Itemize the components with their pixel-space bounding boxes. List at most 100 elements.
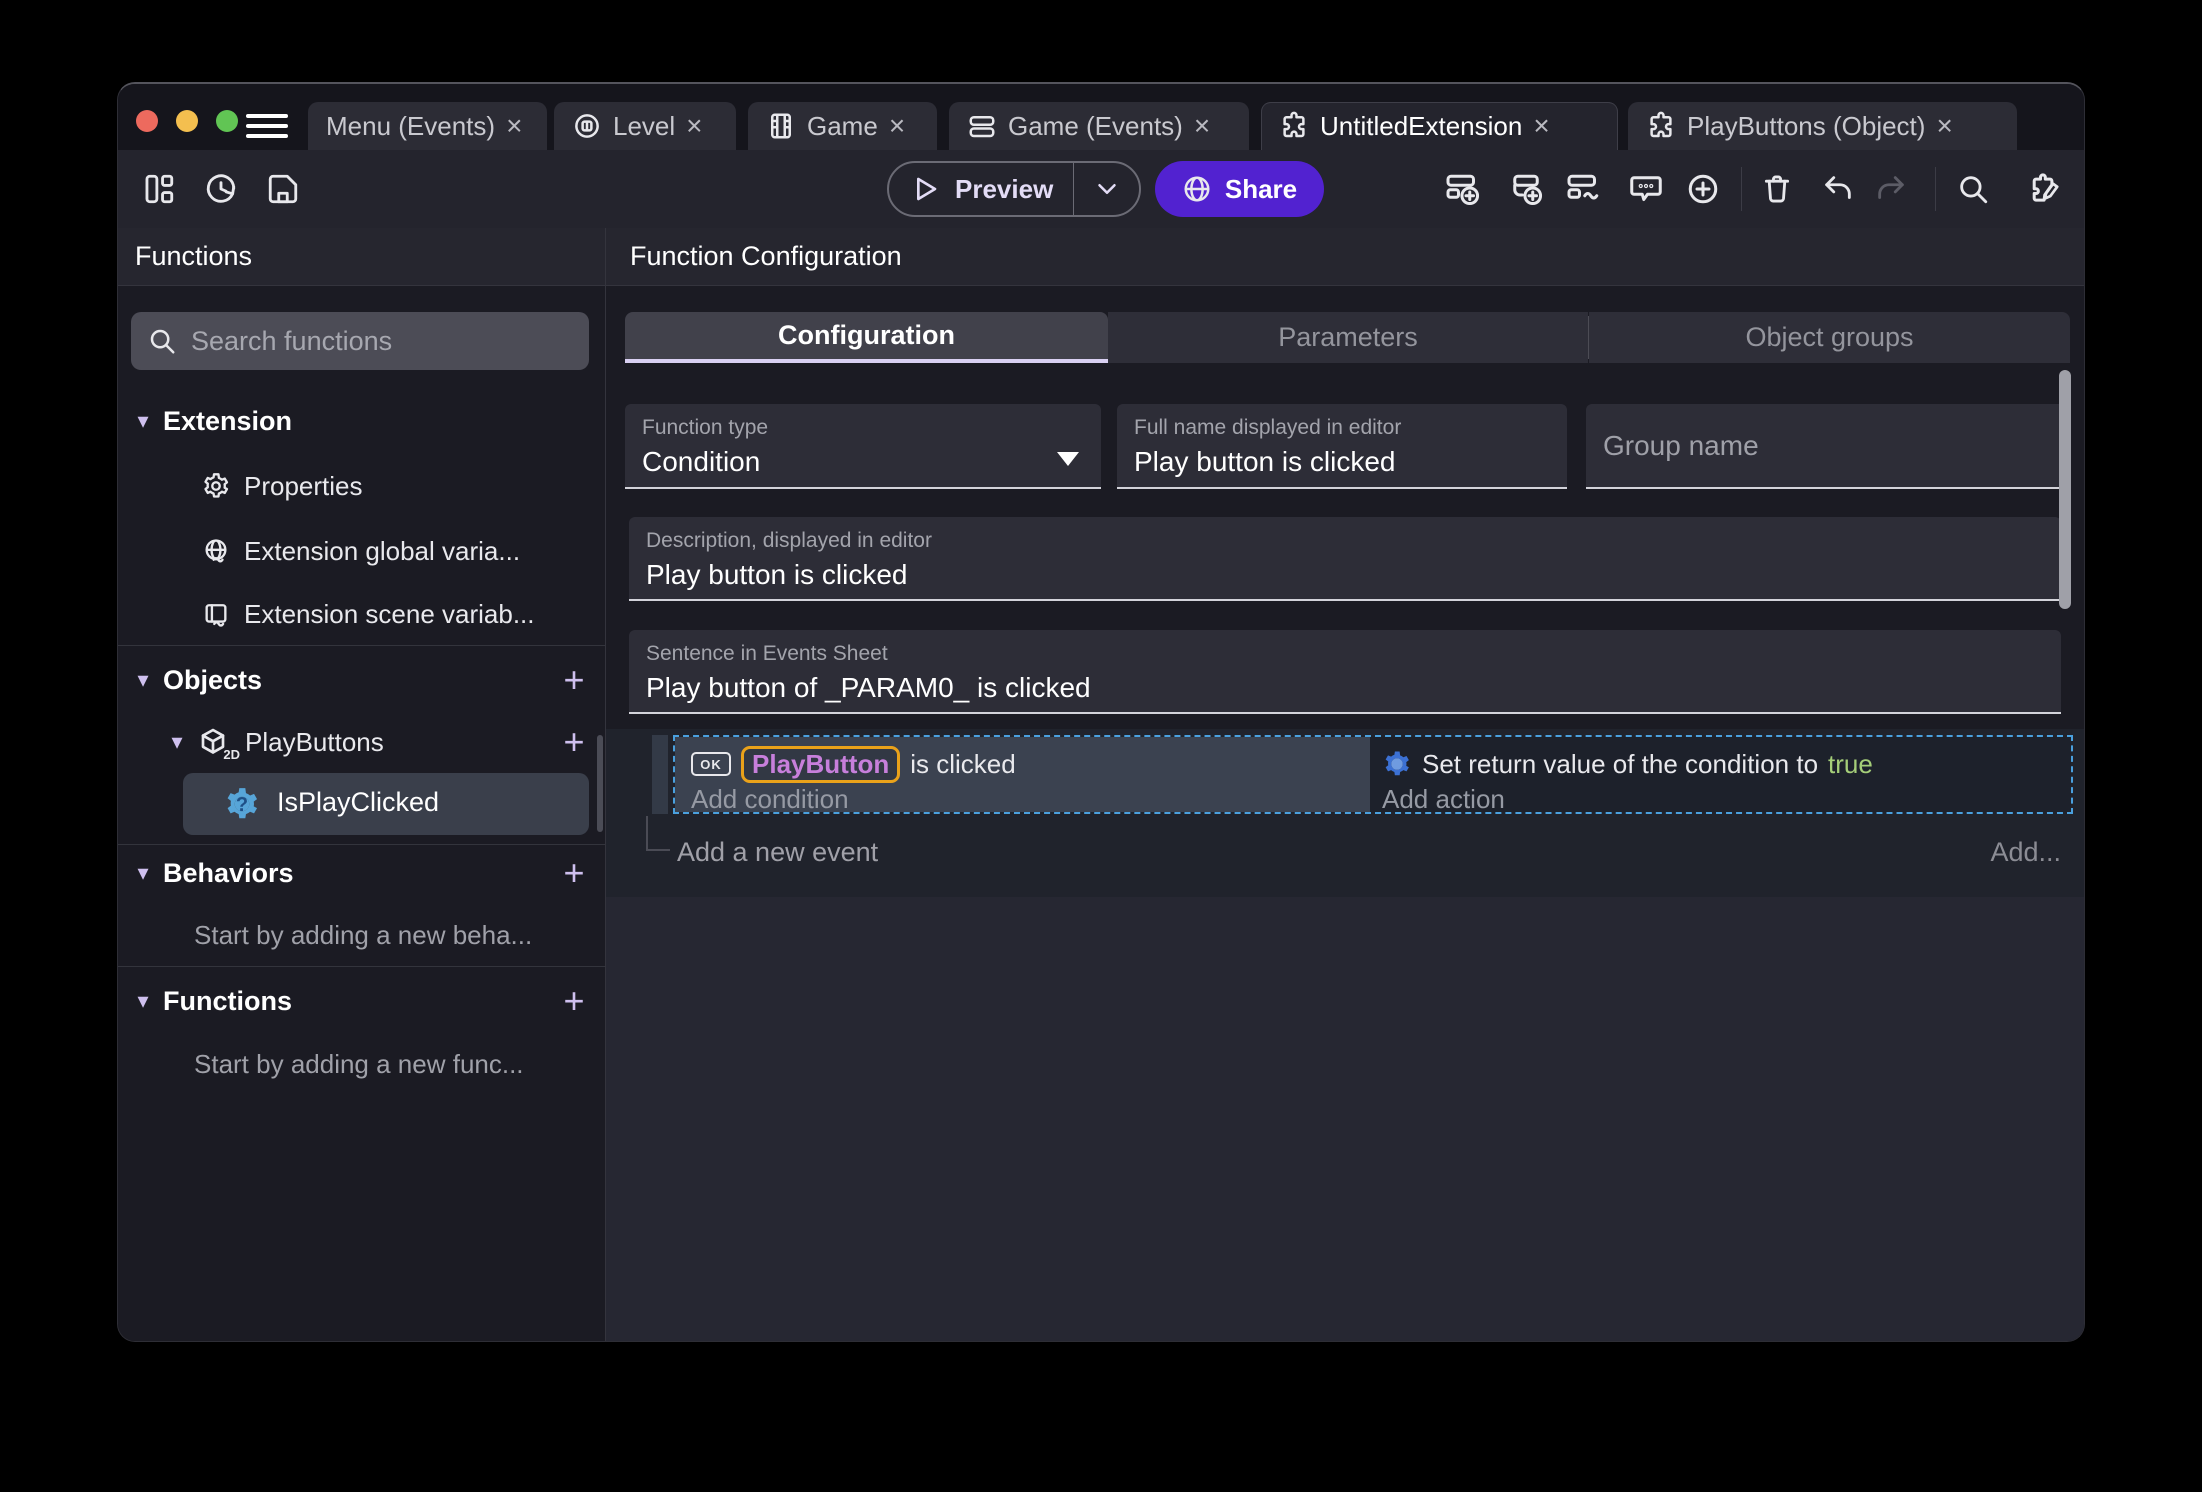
add-action-button[interactable]: Add action [1382,784,2071,814]
sidebar-item-isplayclicked[interactable]: ? IsPlayClicked [183,773,589,835]
event-selected[interactable]: OK PlayButton is clicked Add condition S… [673,735,2073,814]
add-condition-button[interactable]: Add condition [691,784,1370,814]
layout-icon [145,174,174,204]
add-other-event-button[interactable] [1566,171,1602,207]
search-field[interactable] [131,312,589,370]
full-name-field[interactable]: Full name displayed in editor Play butto… [1117,404,1567,489]
question-mark: ? [235,793,249,816]
tab-label: Menu (Events) [326,110,496,141]
button-object-icon: OK [691,752,731,776]
chevron-down-icon[interactable]: ▾ [131,988,155,1014]
close-icon[interactable]: × [889,112,905,140]
search-events-button[interactable] [1955,171,1991,207]
add-function-to-object-button[interactable]: + [559,724,589,760]
conditions-column[interactable]: OK PlayButton is clicked Add condition [675,737,1370,814]
field-value: Play button is clicked [1134,446,1396,477]
add-new-event-button[interactable]: Add a new event [677,837,878,868]
undo-button[interactable] [1820,171,1856,207]
condition-text: is clicked [910,748,1016,779]
close-icon[interactable]: × [506,112,522,140]
preview-button[interactable]: Preview [887,161,1141,217]
edit-extension-button[interactable] [2027,171,2063,207]
function-type-select[interactable]: Function type Condition [625,404,1101,489]
field-value: Condition [642,446,761,477]
field-label: Sentence in Events Sheet [646,642,888,665]
close-icon[interactable]: × [1194,112,1210,140]
sidebar-group-functions[interactable]: ▾ Functions + [118,979,605,1023]
add-behavior-button[interactable]: + [559,855,589,891]
add-event-icon [1446,174,1480,206]
chevron-down-icon[interactable]: ▾ [131,408,155,434]
sidebar-item-extension-global-variables[interactable]: Extension global varia... [118,529,605,573]
actions-column[interactable]: Set return value of the condition to tru… [1370,737,2071,814]
add-object-button[interactable]: + [559,662,589,698]
add-function-button[interactable]: + [559,983,589,1019]
tab-playbuttons-object[interactable]: PlayButtons (Object) × [1628,102,2017,150]
close-icon[interactable]: × [1936,112,1952,140]
add-other-event-icon [1567,174,1599,200]
tab-label: Object groups [1745,322,1914,352]
add-subevent-button[interactable] [1508,171,1544,207]
chevron-down-icon[interactable] [1092,174,1122,204]
action-value: true [1828,748,1873,779]
field-label: Function type [642,416,769,439]
share-button[interactable]: Share [1155,161,1324,217]
history-button[interactable] [203,171,239,207]
tab-object-groups[interactable]: Object groups [1589,312,2070,363]
tab-game-events[interactable]: Game (Events) × [949,102,1249,150]
chevron-down-icon[interactable]: ▾ [131,667,155,693]
add-event-row: Add a new event Add... [606,830,2084,874]
object-parameter-chip[interactable]: PlayButton [741,745,901,783]
delete-button[interactable] [1759,171,1795,207]
sidebar-group-extension[interactable]: ▾ Extension [118,399,605,443]
extension-edit-icon [2032,173,2059,202]
sidebar-divider [605,228,606,1341]
sidebar-group-behaviors[interactable]: ▾ Behaviors + [118,851,605,895]
main-menu-icon[interactable] [246,114,288,138]
tab-parameters[interactable]: Parameters [1108,312,1588,363]
add-comment-button[interactable] [1628,171,1664,207]
search-input[interactable] [191,325,573,357]
scrollbar-thumb[interactable] [2059,370,2071,609]
sidebar-item-properties[interactable]: Properties [118,464,605,508]
share-label: Share [1224,173,1298,204]
divider [118,844,605,845]
close-icon[interactable]: × [1533,112,1549,140]
window-close-button[interactable] [136,110,158,132]
tab-level[interactable]: Level × [554,102,736,150]
tab-menu-events[interactable]: Menu (Events) × [308,102,547,150]
save-button[interactable] [265,171,301,207]
group-label: Extension [163,405,293,436]
tab-configuration[interactable]: Configuration [625,312,1108,363]
add-more-button[interactable]: Add... [1990,837,2061,868]
add-event-button[interactable] [1445,171,1481,207]
cube-2d-badge: 2D [223,747,240,762]
redo-button[interactable] [1873,171,1909,207]
sidebar-item-playbuttons[interactable]: ▾ 2D PlayButtons + [118,720,605,764]
sentence-field[interactable]: Sentence in Events Sheet Play button of … [629,630,2061,714]
gear-icon [201,472,231,500]
sidebar-group-objects[interactable]: ▾ Objects + [118,658,605,702]
window-minimize-button[interactable] [176,110,198,132]
window-zoom-button[interactable] [216,110,238,132]
sidebar-item-extension-scene-variables[interactable]: Extension scene variab... [118,592,605,636]
description-field[interactable]: Description, displayed in editor Play bu… [629,517,2061,601]
history-icon [206,174,236,203]
preview-label: Preview [955,173,1054,204]
tab-label: Level [613,110,676,141]
cube-2d-icon: 2D [197,726,240,762]
group-name-input[interactable] [1603,404,2035,487]
tab-untitled-extension[interactable]: UntitledExtension × [1261,102,1618,150]
redo-icon [1878,176,1904,199]
panels-layout-button[interactable] [141,171,177,207]
group-name-field[interactable] [1586,404,2065,489]
events-sheet: OK PlayButton is clicked Add condition S… [606,729,2084,1341]
sidebar-scrollbar-thumb[interactable] [597,735,603,832]
functions-sidebar: ▾ Extension Properties [118,286,605,1341]
chevron-down-icon[interactable]: ▾ [131,860,155,886]
choose-and-add-button[interactable] [1685,171,1721,207]
tab-game[interactable]: Game × [748,102,937,150]
event-drag-handle[interactable] [652,735,668,814]
chevron-down-icon[interactable]: ▾ [165,729,189,755]
close-icon[interactable]: × [686,112,702,140]
